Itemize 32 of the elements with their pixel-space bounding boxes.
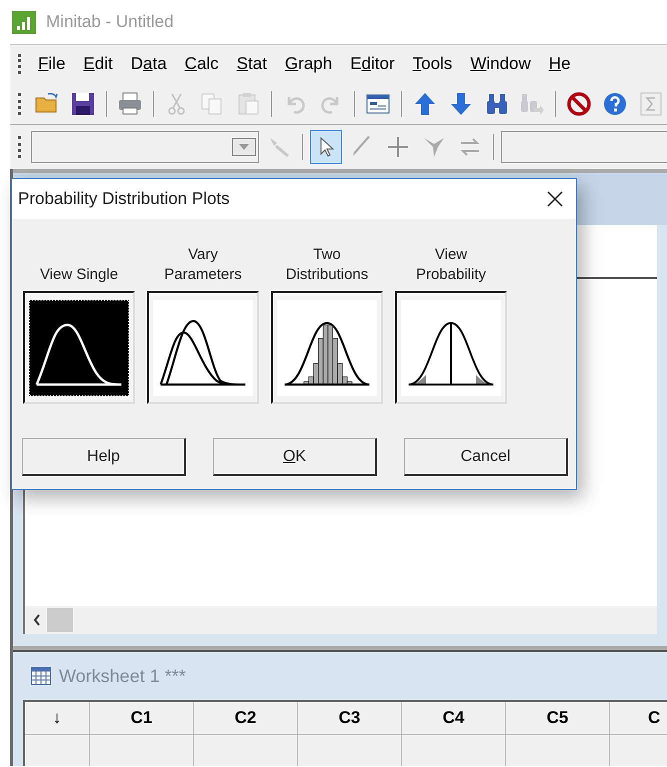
dialog-button[interactable]: OK	[213, 438, 377, 476]
dialog-button[interactable]: Help	[22, 438, 186, 476]
plot-option-button[interactable]	[395, 291, 507, 404]
horizontal-scrollbar[interactable]	[25, 606, 657, 634]
text-field[interactable]	[501, 131, 667, 163]
pointer-icon[interactable]	[310, 130, 342, 164]
menu-item[interactable]: He	[542, 51, 578, 77]
scroll-left-icon[interactable]	[33, 614, 41, 626]
plot-option-button[interactable]	[23, 291, 135, 404]
app-logo-icon	[12, 10, 36, 34]
menu-item[interactable]: Graph	[278, 51, 340, 77]
menu-item[interactable]: Calc	[178, 51, 226, 77]
scroll-thumb[interactable]	[47, 608, 73, 632]
plot-option-button[interactable]	[147, 291, 259, 404]
menu-item[interactable]: Data	[124, 51, 174, 77]
worksheet-title: Worksheet 1 ***	[59, 664, 186, 688]
menu-item[interactable]: Tools	[406, 51, 460, 77]
dialog-title: Probability Distribution Plots	[18, 188, 230, 210]
window-title: Minitab - Untitled	[46, 11, 174, 34]
dialog-button[interactable]: Cancel	[404, 438, 568, 476]
menu-item[interactable]: Editor	[343, 51, 402, 77]
close-icon[interactable]	[546, 190, 564, 208]
menu-item[interactable]: File	[31, 51, 72, 77]
option-label: View Single	[38, 265, 120, 285]
menu-item[interactable]: Stat	[230, 51, 274, 77]
menu-item[interactable]: Window	[463, 51, 538, 77]
option-label: Two Distributions	[284, 245, 370, 285]
plot-option-button[interactable]	[271, 291, 383, 404]
option-label: View Probability	[414, 245, 488, 285]
menu-item[interactable]: Edit	[76, 51, 120, 77]
worksheet-grid-icon	[31, 667, 51, 685]
option-label: Vary Parameters	[163, 245, 243, 285]
